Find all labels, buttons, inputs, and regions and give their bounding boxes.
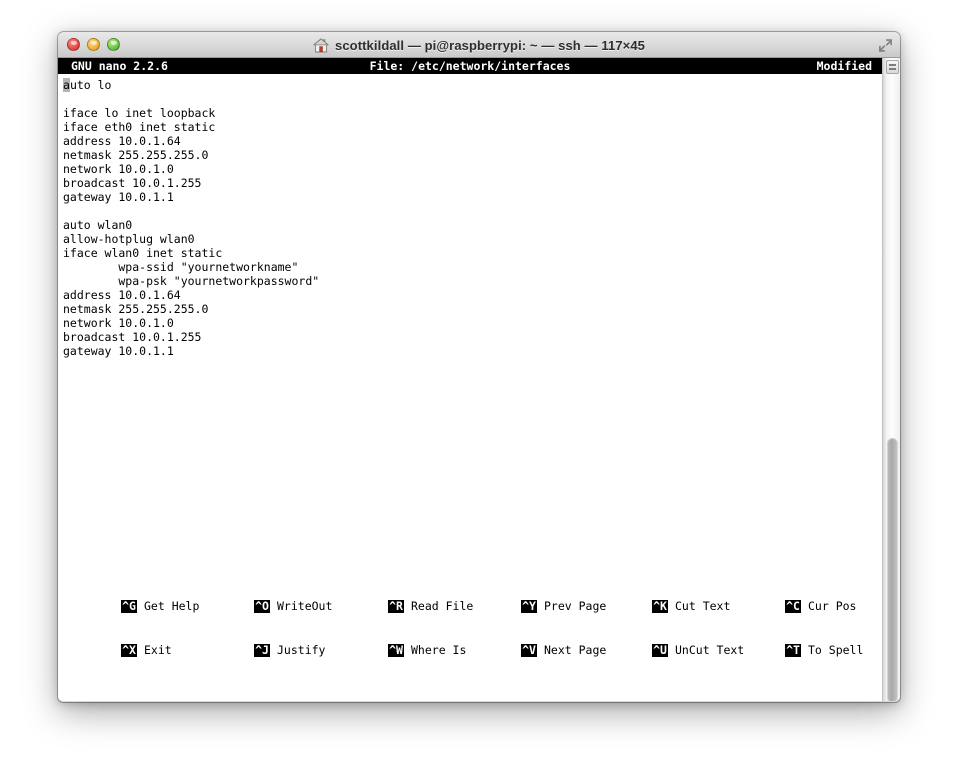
editor-line[interactable]: iface eth0 inet static [58,120,882,134]
editor-line[interactable]: address 10.0.1.64 [58,134,882,148]
home-icon [313,37,329,52]
shortcut-justify[interactable]: ^J Justify [254,643,325,657]
terminal-scrollbar[interactable] [882,58,900,701]
terminal-window: scottkildall — pi@raspberrypi: ~ — ssh —… [58,32,900,702]
window-title-group: scottkildall — pi@raspberrypi: ~ — ssh —… [58,32,900,57]
editor-line[interactable]: network 10.0.1.0 [58,316,882,330]
shortcut-label: Where Is [411,642,467,657]
editor-line[interactable]: iface lo inet loopback [58,106,882,120]
window-title: scottkildall — pi@raspberrypi: ~ — ssh —… [335,37,645,53]
shortcut-to-spell[interactable]: ^T To Spell [785,643,863,657]
shortcut-label: Exit [144,642,172,657]
shortcut-label: Prev Page [544,598,607,613]
shortcut-key: ^T [785,642,801,657]
editor-line[interactable]: broadcast 10.0.1.255 [58,330,882,344]
shortcut-label: Cur Pos [808,598,857,613]
screen: scottkildall — pi@raspberrypi: ~ — ssh —… [0,0,958,774]
nano-modified-badge: Modified [816,59,872,73]
shortcut-key: ^K [652,598,668,613]
shortcut-key: ^R [388,598,404,613]
shortcut-label: Cut Text [675,598,731,613]
window-titlebar[interactable]: scottkildall — pi@raspberrypi: ~ — ssh —… [58,32,900,58]
shortcut-uncut-text[interactable]: ^U UnCut Text [652,643,744,657]
shortcut-label: Next Page [544,642,607,657]
editor-line[interactable]: gateway 10.0.1.1 [58,190,882,204]
editor-line[interactable] [58,92,882,106]
shortcut-row-2: ^X Exit ^J Justify ^W Where Is ^V Next Page ^U Un… [63,643,882,659]
shortcut-key: ^O [254,598,270,613]
shortcut-where-is[interactable]: ^W Where Is [388,643,466,657]
editor-line[interactable]: broadcast 10.0.1.255 [58,176,882,190]
editor-line[interactable]: address 10.0.1.64 [58,288,882,302]
minimize-button[interactable] [87,38,100,51]
text-cursor: a [63,78,70,92]
shortcut-cut-text[interactable]: ^K Cut Text [652,599,730,613]
shortcut-writeout[interactable]: ^O WriteOut [254,599,332,613]
shortcut-key: ^C [785,598,801,613]
shortcut-key: ^J [254,642,270,657]
editor-line[interactable]: wpa-psk "yournetworkpassword" [58,274,882,288]
zoom-button[interactable] [107,38,120,51]
shortcut-row-1: ^G Get Help ^O WriteOut ^R Read File ^Y Prev Pa… [63,599,882,615]
shortcut-label: Get Help [144,598,200,613]
shortcut-label: Justify [277,642,326,657]
editor-line[interactable]: wpa-ssid "yournetworkname" [58,260,882,274]
shortcut-prev-page[interactable]: ^Y Prev Page [521,599,606,613]
terminal-content[interactable]: GNU nano 2.2.6 File: /etc/network/interf… [58,58,900,701]
shortcut-key: ^U [652,642,668,657]
shortcut-next-page[interactable]: ^V Next Page [521,643,606,657]
shortcut-key: ^W [388,642,404,657]
shortcut-key: ^V [521,642,537,657]
nano-filename-label: File: /etc/network/interfaces [369,59,571,73]
shortcut-label: Read File [411,598,474,613]
shortcut-key: ^X [121,642,137,657]
shortcut-key: ^G [121,598,137,613]
nano-version-label: GNU nano 2.2.6 [71,59,168,73]
close-button[interactable] [67,38,80,51]
shortcut-label: WriteOut [277,598,333,613]
scrollbar-up-button[interactable] [886,60,899,74]
editor-line[interactable]: netmask 255.255.255.0 [58,148,882,162]
editor-line[interactable]: network 10.0.1.0 [58,162,882,176]
shortcut-label: To Spell [808,642,864,657]
editor-line[interactable]: netmask 255.255.255.0 [58,302,882,316]
shortcut-cur-pos[interactable]: ^C Cur Pos [785,599,856,613]
nano-editor-buffer[interactable]: auto lo iface lo inet loopback iface eth0… [58,78,882,358]
scrollbar-thumb[interactable] [887,438,898,701]
editor-line[interactable] [58,204,882,218]
shortcut-read-file[interactable]: ^R Read File [388,599,473,613]
editor-line[interactable]: auto wlan0 [58,218,882,232]
nano-shortcut-bar: ^G Get Help ^O WriteOut ^R Read File ^Y Prev Pa… [58,571,882,687]
editor-line[interactable]: allow-hotplug wlan0 [58,232,882,246]
shortcut-label: UnCut Text [675,642,745,657]
window-controls [67,38,120,51]
editor-line[interactable]: gateway 10.0.1.1 [58,344,882,358]
editor-line[interactable]: auto lo [58,78,882,92]
shortcut-get-help[interactable]: ^G Get Help [121,599,199,613]
nano-status-bar: GNU nano 2.2.6 File: /etc/network/interf… [58,58,882,74]
editor-line[interactable]: iface wlan0 inet static [58,246,882,260]
fullscreen-button[interactable] [878,38,893,53]
shortcut-exit[interactable]: ^X Exit [121,643,172,657]
shortcut-key: ^Y [521,598,537,613]
